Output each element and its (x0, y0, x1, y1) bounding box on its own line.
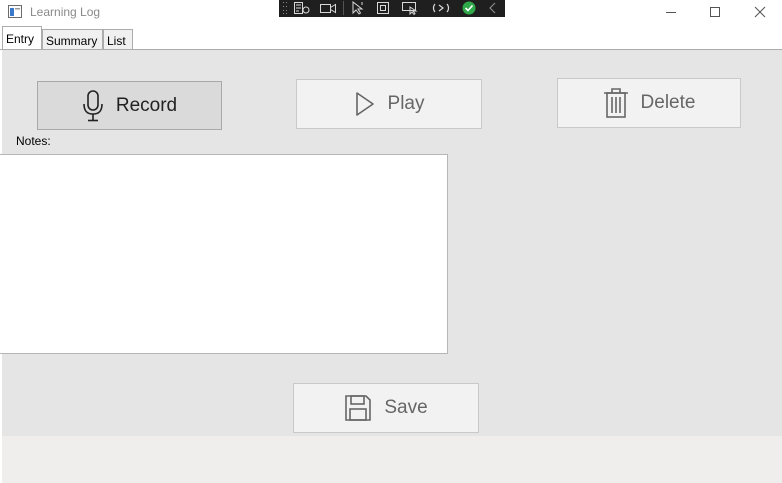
window-background (0, 436, 782, 483)
title-bar: Learning Log (0, 0, 782, 26)
status-ok-icon (462, 1, 476, 15)
minimize-icon[interactable] (656, 2, 686, 22)
play-button[interactable]: Play (296, 79, 482, 129)
display-layout-adorners-icon[interactable] (375, 1, 393, 15)
track-focus-icon[interactable] (401, 1, 421, 15)
floppy-disk-icon (345, 395, 372, 421)
microphone-icon (83, 89, 103, 121)
notes-input[interactable] (0, 154, 448, 354)
select-element-icon[interactable] (349, 1, 367, 15)
window-title: Learning Log (30, 5, 101, 19)
record-label: Record (115, 94, 178, 116)
save-button[interactable]: Save (293, 383, 479, 433)
tab-entry[interactable]: Entry (2, 26, 42, 50)
camera-icon[interactable] (319, 1, 337, 15)
app-icon (8, 5, 22, 18)
save-label: Save (384, 397, 428, 418)
maximize-icon[interactable] (700, 2, 730, 22)
tab-strip: Summary List Entry (0, 26, 782, 50)
delete-button[interactable]: Delete (557, 78, 741, 128)
delete-label: Delete (640, 92, 696, 113)
hot-reload-icon[interactable] (431, 1, 451, 15)
play-label: Play (387, 93, 425, 114)
close-icon[interactable] (745, 2, 775, 22)
notes-label: Notes: (16, 134, 51, 148)
tab-summary[interactable]: Summary (42, 29, 103, 50)
trash-icon (603, 88, 628, 118)
play-icon (355, 92, 374, 116)
record-button[interactable]: Record (37, 81, 222, 130)
grip-icon[interactable] (282, 1, 288, 15)
debug-toolbar (279, 0, 505, 17)
live-visual-tree-icon[interactable] (293, 1, 311, 15)
tab-list[interactable]: List (103, 29, 133, 50)
collapse-chevron-icon[interactable] (487, 1, 499, 15)
